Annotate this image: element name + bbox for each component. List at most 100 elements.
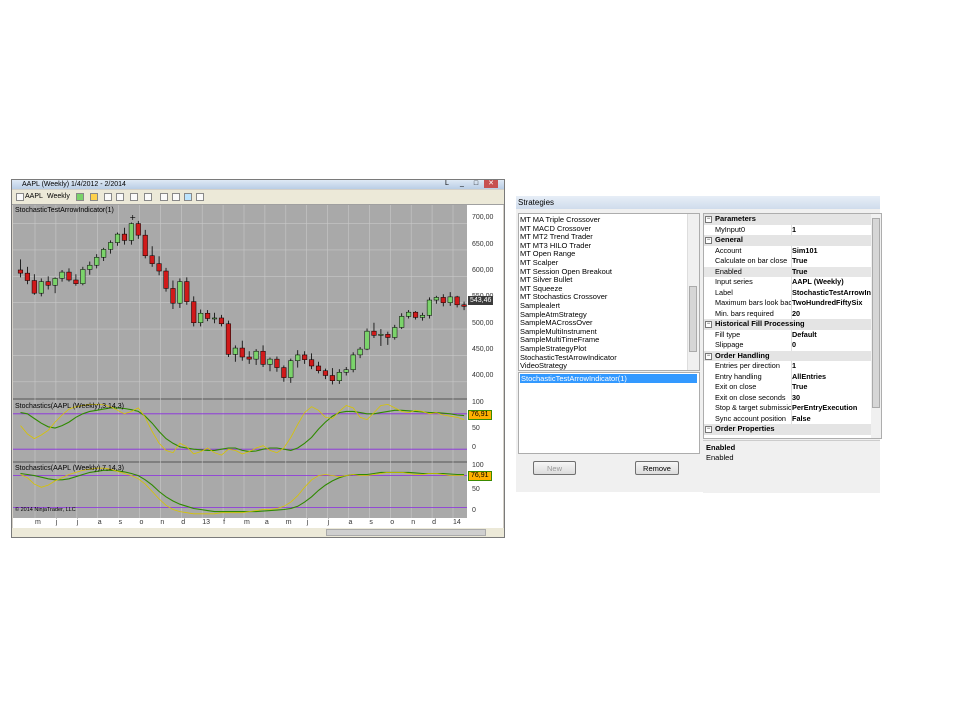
property-grid[interactable]: − Parameters MyInput0 1− General Account Sim10…	[703, 213, 882, 439]
candle-body	[177, 281, 183, 304]
category-label: Order Properties	[715, 424, 775, 433]
candle-body	[170, 288, 176, 304]
horizontal-scrollbar[interactable]	[12, 528, 504, 537]
property-scrollbar[interactable]	[871, 214, 881, 438]
property-row[interactable]: MyInput0 1	[704, 224, 872, 236]
stoch1-panel-label: Stochastics(AAPL (Weekly),3,14,3)	[15, 403, 124, 410]
collapse-icon[interactable]: −	[705, 321, 712, 328]
strategy-list-item[interactable]: VideoStrategy	[520, 362, 567, 370]
x-tick: 13	[202, 519, 210, 526]
link-button[interactable]: L	[440, 180, 454, 188]
property-value[interactable]: 0	[792, 340, 872, 351]
property-row[interactable]: Account Sim101	[704, 245, 872, 257]
property-row[interactable]: Label StochasticTestArrowIn	[704, 287, 872, 299]
x-tick: j	[76, 519, 79, 526]
property-value[interactable]: Default	[792, 330, 872, 341]
property-value[interactable]: 1	[792, 225, 872, 236]
collapse-icon[interactable]: −	[705, 237, 712, 244]
applied-strategies-list[interactable]: StochasticTestArrowIndicator(1)	[518, 372, 700, 454]
property-value[interactable]: 30	[792, 393, 872, 404]
candle-body	[461, 304, 467, 307]
x-tick: o	[390, 519, 395, 526]
property-value[interactable]: 1	[792, 361, 872, 372]
property-category[interactable]: − Parameters	[704, 214, 871, 225]
property-name: Slippage	[715, 340, 744, 349]
chart-plot-area[interactable]: + StochasticTestArrowIndicator(1) Stocha…	[13, 205, 467, 518]
property-name: Exit on close	[715, 382, 757, 391]
property-value[interactable]: True	[792, 382, 872, 393]
price-axis[interactable]: 700,00 650,00 600,00 550,00 500,00 450,0…	[467, 205, 503, 518]
candle-body	[149, 255, 155, 264]
stoch2-y-tick: 50	[472, 486, 480, 493]
interval-selector[interactable]: Weekly	[47, 190, 70, 204]
property-value[interactable]: True	[792, 256, 872, 267]
close-button[interactable]: ✕	[484, 180, 498, 188]
candle-body	[385, 334, 391, 338]
property-name: Entry handling	[715, 371, 762, 381]
maximize-button[interactable]: □	[469, 180, 483, 188]
property-name: Min. bars required	[715, 308, 774, 318]
stoch1-y-tick: 50	[472, 425, 480, 432]
x-tick: m	[35, 519, 41, 526]
new-button[interactable]: New	[533, 461, 576, 475]
property-value[interactable]: False	[792, 414, 872, 425]
x-tick: d	[432, 519, 436, 526]
scrollbar-thumb[interactable]	[326, 529, 486, 536]
property-row[interactable]: Fill type Default	[704, 329, 872, 341]
property-name: MyInput0	[715, 224, 746, 234]
candle-body	[225, 323, 231, 355]
property-row[interactable]: Entries per direction 1	[704, 361, 871, 372]
property-row[interactable]: Slippage 0	[704, 340, 871, 351]
list-scroll-thumb[interactable]	[689, 286, 697, 352]
collapse-icon[interactable]: −	[705, 352, 712, 360]
x-tick: j	[55, 519, 58, 526]
candle-body	[378, 334, 384, 336]
property-category[interactable]: − General	[704, 235, 871, 246]
stoch1-y-tick: 0	[472, 444, 476, 451]
candle-body	[274, 358, 280, 368]
property-value[interactable]: AllEntries	[792, 372, 872, 383]
property-category[interactable]: − Historical Fill Processing	[704, 319, 871, 330]
list-scrollbar[interactable]	[687, 214, 699, 370]
property-row[interactable]: Calculate on bar close True	[704, 256, 871, 267]
property-value[interactable]: 20	[792, 309, 872, 320]
copyright-text: © 2014 NinjaTrader, LLC	[15, 507, 76, 513]
property-value[interactable]: PerEntryExecution	[792, 403, 872, 414]
collapse-icon[interactable]: −	[705, 426, 712, 433]
property-value[interactable]: AAPL (Weekly)	[792, 277, 872, 288]
remove-button[interactable]: Remove	[635, 461, 679, 475]
property-row[interactable]: Entry handling AllEntries	[704, 371, 872, 383]
property-name: Account	[715, 245, 742, 255]
property-row[interactable]: Sync account position False	[704, 413, 872, 425]
property-row[interactable]: Stop & target submission PerEntryExecutio…	[704, 403, 871, 414]
property-category[interactable]: − Order Properties	[704, 424, 871, 435]
property-value[interactable]: StochasticTestArrowIn	[792, 288, 872, 299]
property-value[interactable]: TwoHundredFiftySix	[792, 298, 872, 309]
property-row[interactable]: Maximum bars look back TwoHundredFiftySix	[704, 298, 871, 309]
category-label: Order Handling	[715, 350, 770, 360]
property-name: Fill type	[715, 329, 741, 339]
candle-body	[322, 370, 328, 376]
property-row[interactable]: Input series AAPL (Weekly)	[704, 277, 871, 288]
property-value[interactable]: True	[792, 267, 872, 278]
applied-strategy-item[interactable]: StochasticTestArrowIndicator(1)	[520, 374, 697, 383]
property-row[interactable]: Exit on close seconds 30	[704, 392, 872, 404]
property-value[interactable]: Sim101	[792, 246, 872, 257]
candle-body	[45, 281, 51, 286]
time-axis[interactable]: m j j a s o n d 13 f m a m j j a s o n d 14	[13, 518, 503, 528]
candle-body	[128, 223, 134, 241]
property-row[interactable]: Min. bars required 20	[704, 308, 872, 320]
strategy-list[interactable]: MT MA Triple Crossover MT MACD Crossover M…	[518, 213, 700, 371]
candle-body	[142, 234, 148, 256]
property-scroll-thumb[interactable]	[872, 218, 880, 408]
property-description: Enabled Enabled	[703, 440, 880, 493]
property-name: Entries per direction	[715, 361, 780, 370]
collapse-icon[interactable]: −	[705, 216, 712, 223]
x-tick: s	[369, 519, 373, 526]
property-category[interactable]: − Order Handling	[704, 350, 871, 361]
property-row[interactable]: Enabled True	[704, 266, 872, 278]
x-tick: a	[97, 519, 102, 526]
minimize-button[interactable]: _	[455, 180, 469, 188]
property-row[interactable]: Exit on close True	[704, 382, 871, 393]
instrument-selector[interactable]: AAPL	[25, 190, 43, 204]
